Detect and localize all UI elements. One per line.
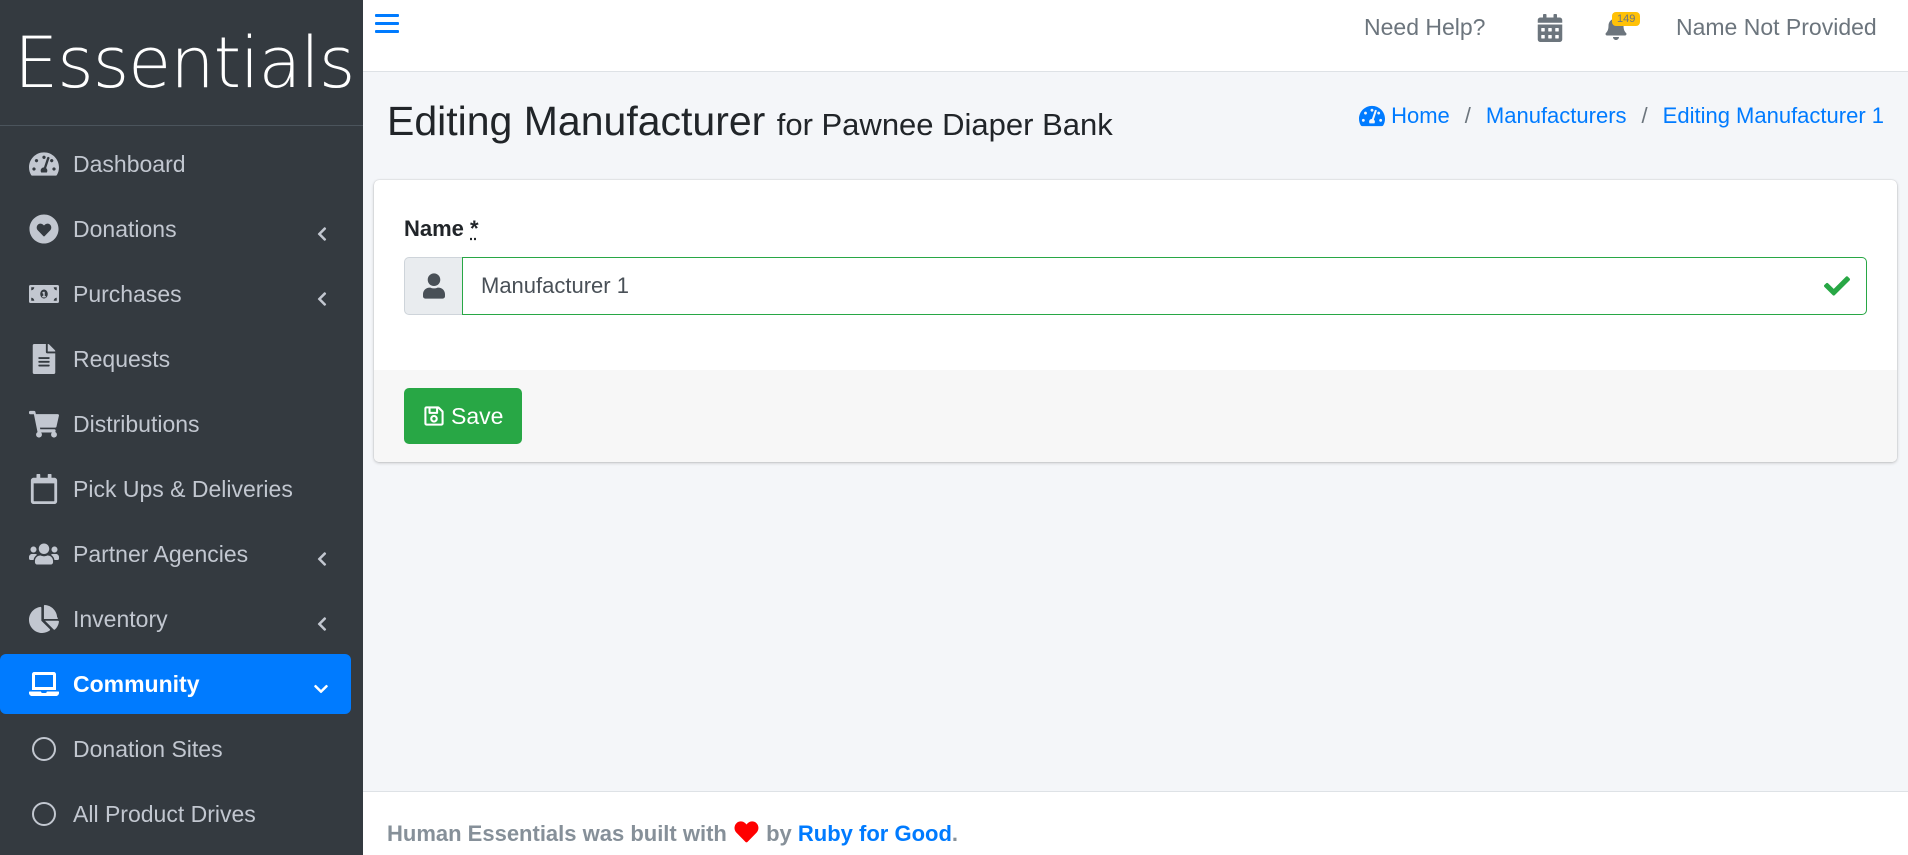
sidebar-item-label: Purchases <box>73 280 182 307</box>
sidebar-item-label: Donation Sites <box>73 735 223 762</box>
name-label-text: Name <box>404 216 464 241</box>
save-icon <box>424 406 444 426</box>
breadcrumb-manufacturers[interactable]: Manufacturers <box>1486 103 1627 129</box>
ruby-for-good-link[interactable]: Ruby for Good <box>798 821 952 846</box>
name-input-group <box>404 257 1867 315</box>
manufacturer-form-card: Name * Save <box>374 180 1897 462</box>
sidebar-item-donations[interactable]: Donations <box>0 199 352 259</box>
sidebar-item-requests[interactable]: Requests <box>0 329 352 389</box>
brand-name[interactable]: Essentials <box>14 28 355 98</box>
heart-icon <box>733 821 760 846</box>
user-icon <box>404 257 462 315</box>
breadcrumb-current[interactable]: Editing Manufacturer 1 <box>1663 103 1884 129</box>
sidebar-item-dashboard[interactable]: Dashboard <box>0 134 352 194</box>
users-icon <box>28 539 60 569</box>
shopping-cart-icon <box>28 409 60 439</box>
sidebar-item-label: Distributions <box>73 410 200 437</box>
top-navbar: Need Help? 149 Name Not Provided <box>363 0 1908 72</box>
footer-text: Human Essentials was built with <box>387 821 727 846</box>
tachometer-icon <box>28 149 60 179</box>
card-footer: Save <box>374 370 1897 462</box>
pie-chart-icon <box>28 604 60 634</box>
chevron-left-icon <box>314 221 330 241</box>
sidebar-item-label: Pick Ups & Deliveries <box>73 475 293 502</box>
save-button[interactable]: Save <box>404 388 523 444</box>
check-icon <box>1823 273 1851 299</box>
chevron-down-icon <box>313 676 329 694</box>
page-title-text: Editing Manufacturer <box>387 98 766 144</box>
breadcrumb-home[interactable]: Home <box>1359 103 1450 129</box>
calendar-icon <box>28 474 60 504</box>
circle-icon <box>28 734 60 764</box>
sidebar-item-inventory[interactable]: Inventory <box>0 589 352 649</box>
sidebar-item-label: Donations <box>73 215 177 242</box>
calendar-icon[interactable] <box>1537 14 1563 42</box>
sidebar-item-label: Community <box>73 670 200 697</box>
file-icon <box>28 344 60 374</box>
breadcrumb-separator: / <box>1641 103 1648 128</box>
breadcrumb-home-label[interactable]: Home <box>1391 103 1450 129</box>
sidebar-item-pickups-deliveries[interactable]: Pick Ups & Deliveries <box>0 459 352 519</box>
sidebar-item-distributions[interactable]: Distributions <box>0 394 352 454</box>
card-body: Name * <box>374 180 1897 370</box>
footer-by: by <box>766 821 792 846</box>
sidebar-item-label: Inventory <box>73 605 168 632</box>
chevron-left-icon <box>314 286 330 306</box>
required-marker: * <box>470 216 479 241</box>
sidebar-item-label: All Product Drives <box>73 800 256 827</box>
breadcrumb-separator: / <box>1464 103 1471 128</box>
sidebar-item-donation-sites[interactable]: Donation Sites <box>0 719 352 779</box>
heart-circle-icon <box>28 214 60 244</box>
sidebar-item-community[interactable]: Community <box>0 654 351 714</box>
name-label: Name * <box>404 216 479 241</box>
sidebar: Essentials Dashboard Donations Purchases… <box>0 0 363 855</box>
page-footer: Human Essentials was built with by Ruby … <box>363 791 1908 855</box>
laptop-icon <box>28 669 60 699</box>
money-bill-icon <box>28 279 60 309</box>
hamburger-menu-icon[interactable] <box>375 14 399 38</box>
name-input-wrapper <box>462 257 1867 315</box>
footer-period: . <box>951 821 959 846</box>
save-button-label[interactable]: Save <box>451 403 503 430</box>
sidebar-item-label: Dashboard <box>73 150 186 177</box>
sidebar-item-label: Requests <box>73 345 171 372</box>
circle-icon <box>28 799 60 829</box>
page-subtitle: for Pawnee Diaper Bank <box>776 107 1113 142</box>
chevron-left-icon <box>314 546 330 566</box>
sidebar-item-partner-agencies[interactable]: Partner Agencies <box>0 524 352 584</box>
sidebar-item-all-product-drives[interactable]: All Product Drives <box>0 784 352 844</box>
chevron-left-icon <box>314 611 330 631</box>
sidebar-nav: Dashboard Donations Purchases Requests D… <box>0 126 363 844</box>
need-help-link[interactable]: Need Help? <box>1364 14 1485 41</box>
name-input[interactable] <box>462 257 1867 315</box>
user-menu[interactable]: Name Not Provided <box>1676 14 1877 41</box>
page-title: Editing Manufacturer for Pawnee Diaper B… <box>387 98 1113 145</box>
sidebar-item-purchases[interactable]: Purchases <box>0 264 352 324</box>
brand-logo[interactable]: Essentials <box>0 0 363 126</box>
notification-count-badge[interactable]: 149 <box>1612 12 1641 26</box>
sidebar-item-label: Partner Agencies <box>73 540 249 567</box>
breadcrumb: Home / Manufacturers / Editing Manufactu… <box>1359 103 1884 129</box>
tachometer-icon <box>1359 105 1386 127</box>
